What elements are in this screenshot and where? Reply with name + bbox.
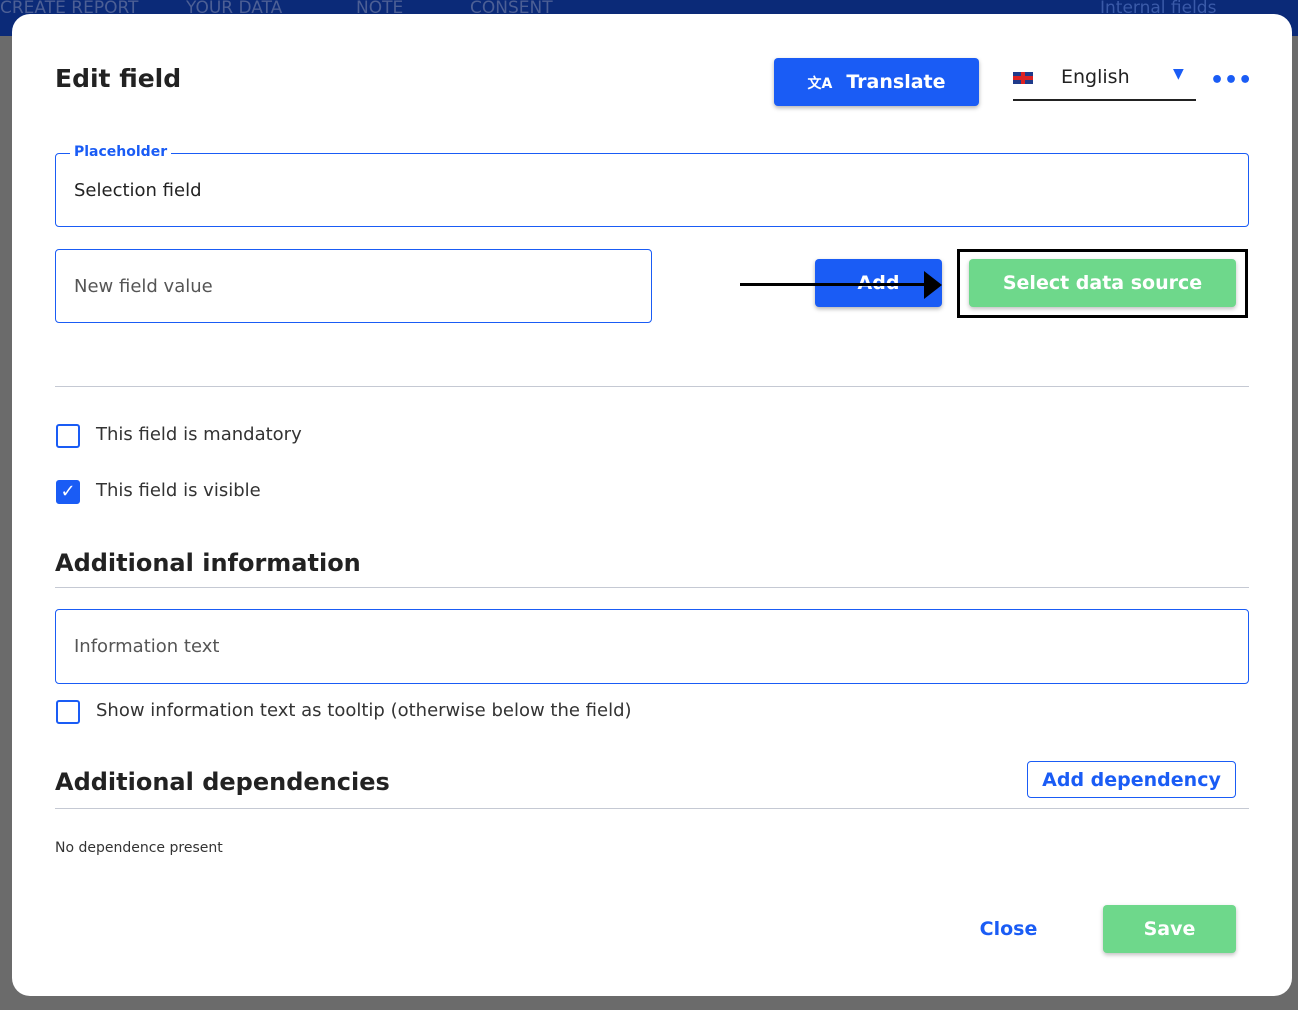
divider: [55, 587, 1249, 588]
translate-button[interactable]: 文A Translate: [774, 58, 979, 106]
no-dependence-text: No dependence present: [55, 840, 223, 856]
additional-info-title: Additional information: [55, 549, 361, 577]
add-dependency-button[interactable]: Add dependency: [1027, 761, 1236, 798]
new-field-value-input[interactable]: [56, 250, 651, 322]
chevron-down-icon: ▼: [1173, 66, 1184, 82]
tooltip-label: Show information text as tooltip (otherw…: [96, 700, 632, 721]
uk-flag-icon: [1013, 72, 1033, 84]
annotation-arrow: [740, 283, 930, 286]
divider: [55, 386, 1249, 387]
tooltip-checkbox[interactable]: [56, 700, 80, 724]
divider: [55, 808, 1249, 809]
translate-icon: 文A: [807, 76, 833, 92]
close-button[interactable]: Close: [962, 907, 1055, 951]
placeholder-field[interactable]: Placeholder: [55, 144, 1249, 227]
check-icon: ✓: [60, 481, 76, 502]
visible-label: This field is visible: [96, 480, 261, 501]
more-options-icon[interactable]: •••: [1210, 68, 1252, 93]
new-field-value[interactable]: [55, 249, 652, 323]
translate-label: Translate: [846, 71, 946, 93]
language-select[interactable]: English ▼: [1013, 62, 1196, 101]
mandatory-checkbox[interactable]: [56, 424, 80, 448]
dialog-title: Edit field: [55, 64, 182, 93]
arrow-head-icon: [924, 271, 942, 299]
edit-field-dialog: Edit field 文A Translate English ▼ ••• Pla…: [12, 14, 1292, 996]
select-data-source-button[interactable]: Select data source: [969, 259, 1236, 307]
information-text-input[interactable]: [56, 610, 1248, 683]
save-button[interactable]: Save: [1103, 905, 1236, 953]
language-value: English: [1061, 66, 1130, 88]
placeholder-input[interactable]: [56, 154, 1248, 226]
mandatory-label: This field is mandatory: [96, 424, 302, 445]
information-text-field[interactable]: [55, 609, 1249, 684]
placeholder-legend: Placeholder: [70, 144, 172, 160]
dependencies-title: Additional dependencies: [55, 768, 390, 796]
visible-checkbox[interactable]: ✓: [56, 480, 80, 504]
